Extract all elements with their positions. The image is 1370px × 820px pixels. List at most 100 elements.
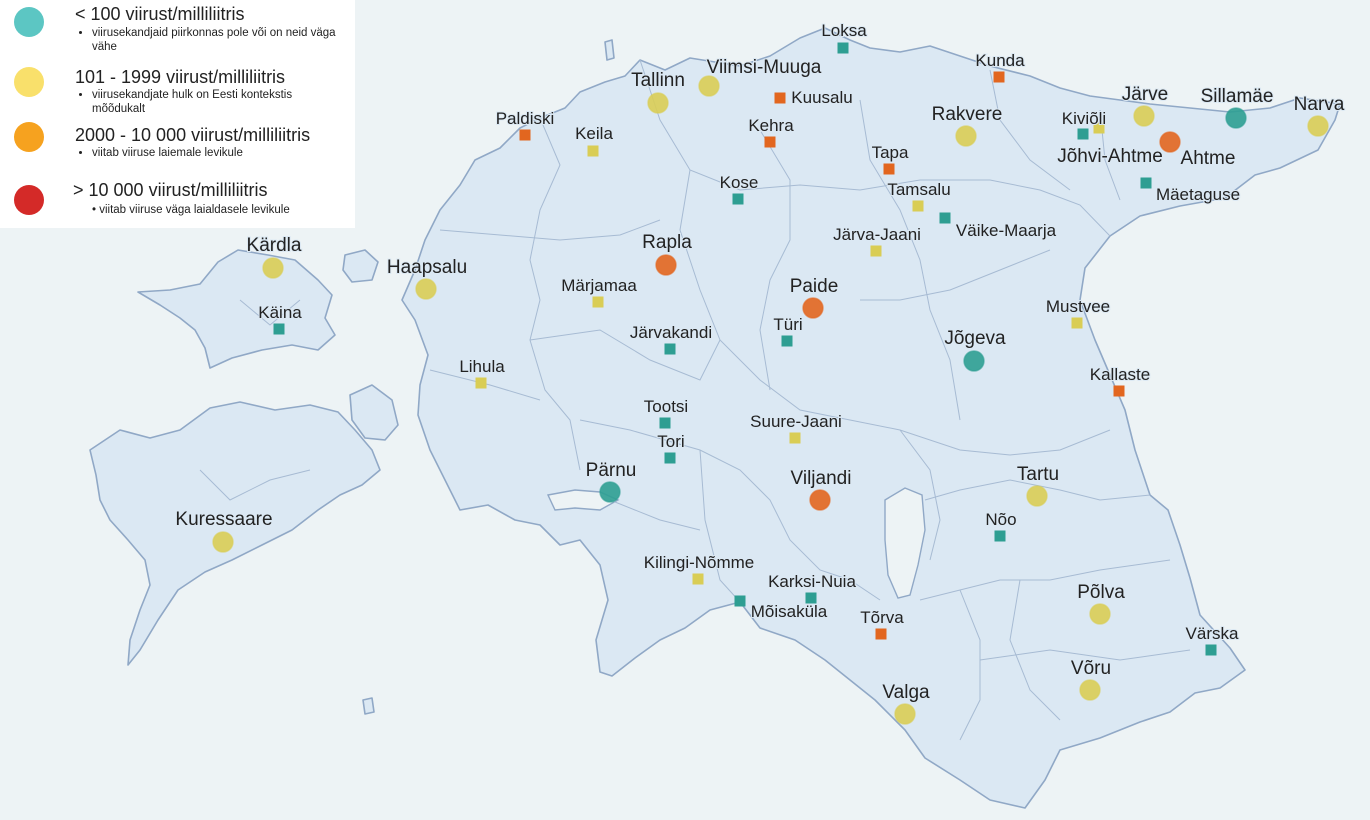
marker-valga[interactable] [894, 703, 916, 725]
marker-noo[interactable] [994, 530, 1006, 542]
marker-kuressaare[interactable] [212, 531, 234, 553]
marker-parnu[interactable] [599, 481, 621, 503]
label-johvi-ahtme: Jõhvi-Ahtme [1057, 146, 1163, 167]
marker-turi[interactable] [781, 335, 793, 347]
saaremaa-island [89, 401, 381, 666]
marker-keila[interactable] [587, 145, 599, 157]
marker-kardla[interactable] [262, 257, 284, 279]
marker-tallinn[interactable] [647, 92, 669, 114]
marker-tamsalu[interactable] [912, 200, 924, 212]
marker-tartu[interactable] [1026, 485, 1048, 507]
marker-paldiski[interactable] [519, 129, 531, 141]
legend-title: 101 - 1999 viirust/milliliitris [75, 67, 286, 87]
marker-polva[interactable] [1089, 603, 1111, 625]
label-viimsi-muuga: Viimsi-Muuga [707, 57, 822, 78]
label-valga: Valga [882, 682, 930, 703]
legend-title: 2000 - 10 000 viirust/milliliitris [75, 125, 311, 145]
label-rakvere: Rakvere [932, 104, 1003, 125]
label-ahtme: Ahtme [1181, 148, 1236, 169]
marker-mustvee[interactable] [1071, 317, 1083, 329]
label-lihula: Lihula [459, 357, 505, 376]
label-kaina: Käina [258, 303, 302, 322]
marker-tori[interactable] [664, 452, 676, 464]
marker-torva[interactable] [875, 628, 887, 640]
marker-rapla[interactable] [655, 254, 677, 276]
label-kivioli: Kiviõli [1062, 109, 1106, 128]
marker-kaina[interactable] [273, 323, 285, 335]
naissaar-island [604, 39, 615, 61]
marker-viimsi-muuga[interactable] [698, 75, 720, 97]
label-narva: Narva [1294, 94, 1345, 115]
label-vaike-maarja: Väike-Maarja [956, 221, 1057, 240]
marker-vaike-maarja[interactable] [939, 212, 951, 224]
marker-paide[interactable] [802, 297, 824, 319]
label-noo: Nõo [985, 510, 1016, 529]
label-jarva-jaani: Järva-Jaani [833, 225, 921, 244]
legend-title: > 10 000 viirust/milliliitris [73, 180, 268, 200]
label-voru: Võru [1071, 658, 1111, 679]
label-kehra: Kehra [748, 116, 794, 135]
marker-jogeva[interactable] [963, 350, 985, 372]
marker-moisakula[interactable] [734, 595, 746, 607]
marker-tapa[interactable] [883, 163, 895, 175]
legend-dot-icon [14, 185, 44, 215]
label-turi: Türi [773, 315, 802, 334]
label-kallaste: Kallaste [1090, 365, 1150, 384]
marker-haapsalu[interactable] [415, 278, 437, 300]
legend-note: viirusekandjaid piirkonnas pole või on n… [76, 26, 336, 54]
label-marjamaa: Märjamaa [561, 276, 637, 295]
legend-title: < 100 viirust/milliliitris [75, 4, 245, 24]
label-kardla: Kärdla [247, 235, 302, 256]
label-varska: Värska [1186, 624, 1239, 643]
marker-marjamaa[interactable] [592, 296, 604, 308]
label-viljandi: Viljandi [791, 468, 852, 489]
label-kunda: Kunda [975, 51, 1025, 70]
marker-jarva-jaani[interactable] [870, 245, 882, 257]
label-karksi-nuia: Karksi-Nuia [768, 572, 856, 591]
label-tori: Tori [657, 432, 684, 451]
label-kuusalu: Kuusalu [791, 88, 852, 107]
marker-narva[interactable] [1307, 115, 1329, 137]
hiiumaa-island [137, 249, 336, 369]
label-jarve: Järve [1122, 84, 1168, 105]
marker-viljandi[interactable] [809, 489, 831, 511]
legend-note: viirusekandjate hulk on Eesti kontekstis… [76, 88, 336, 116]
marker-johvi-ahtme[interactable] [1077, 128, 1089, 140]
label-suure-jaani: Suure-Jaani [750, 412, 842, 431]
legend-dot-icon [14, 7, 44, 37]
kihnu-island [362, 697, 375, 715]
label-parnu: Pärnu [586, 460, 637, 481]
label-tallinn: Tallinn [631, 70, 685, 91]
label-maetaguse: Mäetaguse [1156, 185, 1240, 204]
marker-jarve[interactable] [1133, 105, 1155, 127]
label-paldiski: Paldiski [496, 109, 555, 128]
marker-lihula[interactable] [475, 377, 487, 389]
marker-varska[interactable] [1205, 644, 1217, 656]
label-paide: Paide [790, 276, 839, 297]
marker-loksa[interactable] [837, 42, 849, 54]
marker-kunda[interactable] [993, 71, 1005, 83]
label-torva: Tõrva [860, 608, 904, 627]
marker-voru[interactable] [1079, 679, 1101, 701]
label-kuressaare: Kuressaare [175, 509, 272, 530]
label-kose: Kose [720, 173, 759, 192]
marker-kilingi-nomme[interactable] [692, 573, 704, 585]
marker-ahtme[interactable] [1159, 131, 1181, 153]
marker-kallaste[interactable] [1113, 385, 1125, 397]
label-sillamae: Sillamäe [1201, 86, 1274, 107]
marker-rakvere[interactable] [955, 125, 977, 147]
marker-jarvakandi[interactable] [664, 343, 676, 355]
marker-sillamae[interactable] [1225, 107, 1247, 129]
marker-kuusalu[interactable] [774, 92, 786, 104]
vormsi-island [342, 249, 379, 283]
marker-kose[interactable] [732, 193, 744, 205]
marker-tootsi[interactable] [659, 417, 671, 429]
legend-note: viitab viiruse laiemale levikule [76, 146, 336, 160]
marker-kehra[interactable] [764, 136, 776, 148]
marker-suure-jaani[interactable] [789, 432, 801, 444]
label-jarvakandi: Järvakandi [630, 323, 712, 342]
marker-maetaguse[interactable] [1140, 177, 1152, 189]
label-jogeva: Jõgeva [944, 328, 1006, 349]
label-polva: Põlva [1077, 582, 1125, 603]
label-kilingi-nomme: Kilingi-Nõmme [644, 553, 755, 572]
